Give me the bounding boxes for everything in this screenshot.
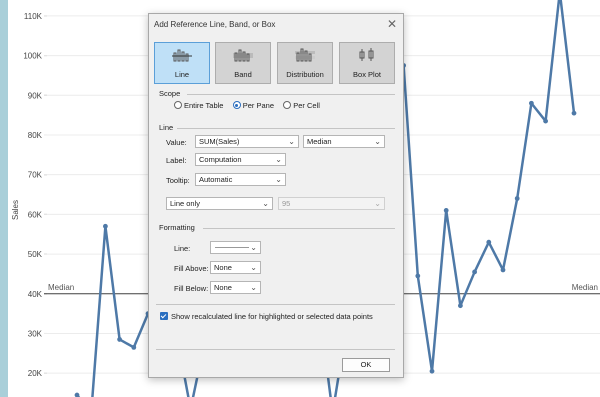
line-heading: Line bbox=[159, 123, 174, 132]
box-plot-type-button[interactable]: Box Plot bbox=[339, 42, 395, 84]
chevron-down-icon: ⌄ bbox=[250, 243, 257, 252]
y-tick-label: 40K bbox=[28, 290, 43, 299]
sales-data-point[interactable] bbox=[131, 344, 137, 350]
label-select-text: Computation bbox=[199, 155, 242, 164]
y-tick-label: 110K bbox=[24, 12, 43, 21]
scope-radio-group: Entire Table Per Pane Per Cell bbox=[174, 101, 327, 113]
scope-divider bbox=[187, 94, 395, 95]
confidence-select: 95 ⌄ bbox=[278, 197, 385, 210]
box-plot-type-label: Box Plot bbox=[353, 70, 381, 79]
fill-above-label: Fill Above: bbox=[174, 264, 209, 273]
value-field-text: SUM(Sales) bbox=[199, 137, 240, 146]
sales-data-point[interactable] bbox=[486, 239, 492, 245]
footer-divider bbox=[156, 349, 395, 350]
checkbox-checked-icon bbox=[160, 312, 168, 320]
line-style-sample bbox=[215, 247, 249, 248]
chevron-down-icon: ⌄ bbox=[275, 155, 282, 164]
fill-below-text: None bbox=[214, 283, 232, 292]
chevron-down-icon: ⌄ bbox=[250, 263, 257, 272]
show-recalculated-checkbox[interactable]: Show recalculated line for highlighted o… bbox=[160, 312, 373, 321]
distribution-type-button[interactable]: Distribution bbox=[277, 42, 333, 84]
y-tick-label: 20K bbox=[28, 369, 43, 378]
y-tick-label: 80K bbox=[28, 131, 43, 140]
y-axis-header-strip bbox=[0, 0, 8, 397]
band-chooser-icon bbox=[233, 49, 253, 62]
sales-data-point[interactable] bbox=[529, 100, 534, 106]
dialog-titlebar: Add Reference Line, Band, or Box ✕ bbox=[149, 14, 403, 36]
fill-above-text: None bbox=[214, 263, 232, 272]
y-tick-label: 30K bbox=[28, 329, 43, 338]
fill-above-select[interactable]: None ⌄ bbox=[210, 261, 261, 274]
sales-data-point[interactable] bbox=[117, 337, 122, 342]
ok-button[interactable]: OK bbox=[342, 358, 390, 372]
line-style-select[interactable]: ⌄ bbox=[210, 241, 261, 254]
tooltip-label: Tooltip: bbox=[166, 176, 190, 185]
tooltip-select[interactable]: Automatic ⌄ bbox=[195, 173, 286, 186]
scope-per-cell-radio[interactable]: Per Cell bbox=[283, 101, 320, 110]
line-mode-text: Line only bbox=[170, 199, 201, 208]
sales-data-point[interactable] bbox=[472, 269, 477, 275]
label-label: Label: bbox=[166, 156, 187, 165]
distribution-type-label: Distribution bbox=[286, 70, 324, 79]
confidence-text: 95 bbox=[282, 199, 291, 208]
label-select[interactable]: Computation ⌄ bbox=[195, 153, 286, 166]
band-type-label: Band bbox=[234, 70, 252, 79]
chevron-down-icon: ⌄ bbox=[374, 199, 381, 208]
chevron-down-icon: ⌄ bbox=[275, 175, 282, 184]
value-label: Value: bbox=[166, 138, 187, 147]
scope-per-pane-label: Per Pane bbox=[242, 101, 274, 110]
line-style-label: Line: bbox=[174, 244, 191, 253]
y-tick-label: 90K bbox=[28, 91, 43, 100]
scope-per-pane-radio[interactable]: Per Pane bbox=[232, 101, 274, 110]
tooltip-select-text: Automatic bbox=[199, 175, 233, 184]
formatting-heading: Formatting bbox=[159, 223, 195, 232]
distribution-chooser-icon bbox=[295, 48, 315, 62]
aggregation-text: Median bbox=[307, 137, 332, 146]
close-icon[interactable]: ✕ bbox=[387, 17, 397, 31]
fill-below-select[interactable]: None ⌄ bbox=[210, 281, 261, 294]
y-tick-label: 70K bbox=[28, 171, 43, 180]
sales-data-point[interactable] bbox=[571, 110, 577, 116]
add-reference-line-dialog: Add Reference Line, Band, or Box ✕ Line … bbox=[148, 13, 404, 378]
chevron-down-icon: ⌄ bbox=[250, 283, 257, 292]
y-tick-label: 60K bbox=[28, 210, 43, 219]
sales-data-point[interactable] bbox=[543, 118, 548, 124]
box-plot-chooser-icon bbox=[359, 48, 374, 61]
sales-data-point[interactable] bbox=[74, 392, 80, 397]
line-mode-select[interactable]: Line only ⌄ bbox=[166, 197, 273, 210]
chevron-down-icon: ⌄ bbox=[288, 137, 295, 146]
scope-heading: Scope bbox=[159, 89, 181, 98]
line-type-label: Line bbox=[174, 70, 190, 79]
sales-data-point[interactable] bbox=[500, 267, 506, 273]
value-field-select[interactable]: SUM(Sales) ⌄ bbox=[195, 135, 299, 148]
y-axis-label: Sales bbox=[11, 200, 20, 220]
scope-entire-table-label: Entire Table bbox=[184, 101, 224, 110]
median-reference-label: Median bbox=[572, 283, 598, 292]
dialog-title: Add Reference Line, Band, or Box bbox=[154, 20, 276, 29]
scope-per-cell-label: Per Cell bbox=[293, 101, 320, 110]
chevron-down-icon: ⌄ bbox=[262, 199, 269, 208]
formatting-divider bbox=[203, 228, 395, 229]
aggregation-select[interactable]: Median ⌄ bbox=[303, 135, 385, 148]
chevron-down-icon: ⌄ bbox=[374, 137, 381, 146]
sales-data-point[interactable] bbox=[429, 368, 435, 374]
line-chooser-icon bbox=[172, 49, 192, 62]
y-tick-label: 50K bbox=[28, 250, 43, 259]
options-divider bbox=[156, 304, 395, 305]
sales-data-point[interactable] bbox=[458, 303, 463, 309]
band-type-button[interactable]: Band bbox=[215, 42, 271, 84]
median-reference-label: Median bbox=[48, 283, 74, 292]
line-divider bbox=[177, 128, 395, 129]
sales-data-point[interactable] bbox=[514, 196, 520, 201]
sales-data-point[interactable] bbox=[443, 208, 449, 213]
scope-entire-table-radio[interactable]: Entire Table bbox=[174, 101, 223, 110]
sales-data-point[interactable] bbox=[103, 223, 108, 229]
line-type-button[interactable]: Line bbox=[154, 42, 210, 84]
y-tick-label: 100K bbox=[23, 52, 42, 61]
fill-below-label: Fill Below: bbox=[174, 284, 209, 293]
show-recalculated-label: Show recalculated line for highlighted o… bbox=[171, 312, 373, 321]
sales-data-point[interactable] bbox=[415, 273, 421, 279]
